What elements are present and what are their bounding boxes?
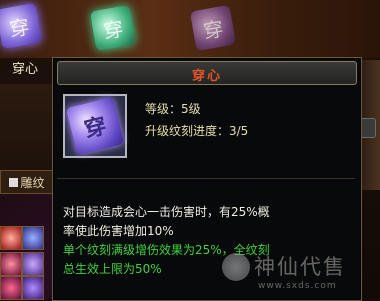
skill-icon[interactable] — [0, 226, 22, 250]
tooltip-title: 穿心 — [191, 69, 222, 84]
jade-engrave-icon: 穿 — [65, 96, 125, 156]
divider — [57, 178, 355, 179]
tooltip-title-bar: 穿心 — [57, 61, 357, 85]
jade-gem-icon: 穿 — [189, 4, 237, 52]
description-line: 率使此伤害增加10% — [63, 224, 174, 238]
slot-label: 穿心 — [11, 62, 38, 77]
skill-icon[interactable] — [0, 276, 22, 300]
watermark-text: 神仙代售 — [254, 255, 346, 279]
checkbox-icon — [9, 177, 19, 187]
description-line: 对目标造成会心一击伤害时，有25%概 — [63, 205, 270, 219]
skill-icon[interactable] — [22, 276, 44, 300]
watermark: 神仙代售 www.sxds.com — [222, 249, 380, 297]
lock-icon — [360, 118, 376, 138]
jade-gem-icon: 穿 — [89, 4, 137, 52]
skill-icon[interactable] — [22, 252, 44, 276]
upgrade-progress-text: 升级纹刻进度：3/5 — [145, 124, 249, 138]
engrave-icon-frame: 穿 — [63, 94, 127, 158]
engrave-slot-2[interactable]: 穿 — [88, 2, 138, 54]
watermark-url: www.sxds.com — [258, 281, 337, 291]
engrave-slot-1[interactable]: 穿 — [0, 0, 44, 52]
watermark-logo-icon — [222, 253, 250, 281]
tab-engrave-label: 雕纹 — [20, 175, 45, 190]
skill-icon[interactable] — [0, 252, 22, 276]
jade-gem-icon: 穿 — [0, 2, 43, 50]
effect-description: 对目标造成会心一击伤害时，有25%概 率使此伤害增加10% — [63, 203, 353, 241]
skill-icon[interactable] — [22, 226, 44, 250]
level-text: 等级：5级 — [145, 102, 201, 116]
tab-engrave[interactable]: 雕纹 — [0, 170, 54, 194]
engrave-slot-3[interactable]: 穿 — [188, 2, 238, 54]
